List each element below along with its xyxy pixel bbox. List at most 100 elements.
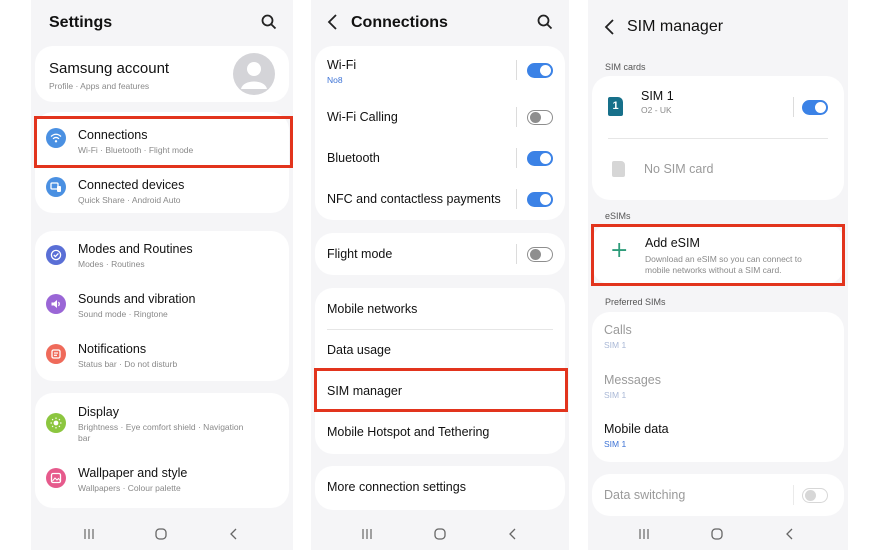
flight-mode-row[interactable]: Flight mode	[315, 233, 565, 275]
data-usage-row[interactable]: Data usage	[315, 329, 565, 370]
settings-item-label: Modes and Routines	[78, 242, 193, 256]
back-arrow-icon[interactable]	[325, 12, 341, 32]
home-icon[interactable]	[711, 528, 723, 540]
settings-item-sub: Quick Share · Android Auto	[78, 195, 181, 205]
settings-item-connected-devices[interactable]: Connected devices Quick Share · Android …	[35, 162, 289, 212]
mobile-networks-row[interactable]: Mobile networks	[315, 288, 565, 329]
nfc-toggle[interactable]	[527, 192, 553, 207]
empty-sim-icon	[612, 161, 625, 177]
row-label: Calls	[604, 323, 632, 337]
settings-item-sounds[interactable]: Sounds and vibration Sound mode · Ringto…	[35, 281, 289, 331]
mobile-data-row[interactable]: Mobile data SIM 1	[592, 412, 844, 462]
wifi-toggle[interactable]	[527, 63, 553, 78]
row-label: Data usage	[327, 343, 391, 357]
section-header-preferred: Preferred SIMs	[605, 297, 666, 307]
toggle-separator	[516, 189, 517, 209]
display-card: Display Brightness · Eye comfort shield …	[35, 393, 289, 508]
back-nav-icon[interactable]	[785, 528, 795, 540]
settings-item-sub: Brightness · Eye comfort shield · Naviga…	[78, 422, 244, 432]
recents-icon[interactable]	[83, 528, 95, 540]
settings-item-sub: Modes · Routines	[78, 259, 145, 269]
preferred-sims-card: Calls SIM 1 Messages SIM 1 Mobile data S…	[592, 312, 844, 462]
connections-header: Connections	[311, 0, 569, 46]
wifi-calling-row[interactable]: Wi-Fi Calling	[315, 94, 565, 135]
settings-item-label: Notifications	[78, 342, 147, 356]
row-label: Mobile networks	[327, 302, 418, 316]
nfc-row[interactable]: NFC and contactless payments	[315, 176, 565, 218]
settings-item-label: Sounds and vibration	[78, 292, 196, 306]
toggle-separator	[793, 485, 794, 505]
wifi-calling-toggle[interactable]	[527, 110, 553, 125]
nav-bar	[31, 516, 293, 550]
bell-icon	[46, 344, 66, 364]
page-title: Settings	[49, 14, 113, 31]
row-label: More connection settings	[327, 480, 466, 494]
account-name: Samsung account	[49, 60, 170, 77]
sim-manager-screen: SIM manager SIM cards 1 SIM 1 O2 - UK No…	[588, 0, 848, 550]
sim-cards-card: 1 SIM 1 O2 - UK No SIM card	[592, 76, 844, 200]
highlight-add-esim	[591, 224, 845, 286]
row-label: Messages	[604, 373, 661, 387]
sim1-badge-number: 1	[612, 100, 619, 112]
devices-icon	[46, 177, 66, 197]
page-title: SIM manager	[627, 18, 724, 35]
toggle-separator	[516, 60, 517, 80]
flight-mode-card: Flight mode	[315, 233, 565, 275]
back-nav-icon[interactable]	[508, 528, 518, 540]
settings-item-notifications[interactable]: Notifications Status bar · Do not distur…	[35, 331, 289, 381]
home-icon[interactable]	[434, 528, 446, 540]
toggle-separator	[516, 244, 517, 264]
calls-row: Calls SIM 1	[592, 312, 844, 362]
settings-item-label: Wallpaper and style	[78, 466, 188, 480]
settings-item-sub: Wallpapers · Colour palette	[78, 483, 181, 493]
row-sub: SIM 1	[604, 390, 627, 400]
search-icon[interactable]	[261, 14, 277, 30]
nav-bar	[311, 516, 569, 550]
row-label: Wi-Fi Calling	[327, 110, 398, 124]
samsung-account-card[interactable]: Samsung account Profile · Apps and featu…	[35, 46, 289, 102]
row-label: Mobile data	[604, 422, 669, 436]
row-label: Flight mode	[327, 247, 393, 261]
flight-mode-toggle[interactable]	[527, 247, 553, 262]
wifi-row[interactable]: Wi-Fi No8	[315, 46, 565, 94]
no-sim-row: No SIM card	[592, 138, 844, 200]
sim-manager-header: SIM manager	[588, 0, 848, 46]
row-label: Data switching	[604, 488, 686, 502]
recents-icon[interactable]	[361, 528, 373, 540]
section-header-esims: eSIMs	[605, 211, 631, 221]
highlight-connections	[34, 116, 293, 168]
page-title: Connections	[351, 14, 448, 31]
connections-screen: Connections Wi-Fi No8 Wi-Fi Calling Blue…	[311, 0, 569, 550]
check-icon	[46, 245, 66, 265]
settings-item-wallpaper[interactable]: Wallpaper and style Wallpapers · Colour …	[35, 451, 289, 507]
toggle-separator	[793, 97, 794, 117]
settings-item-sub: bar	[78, 433, 91, 443]
hotspot-row[interactable]: Mobile Hotspot and Tethering	[315, 411, 565, 453]
recents-icon[interactable]	[638, 528, 650, 540]
row-sub: SIM 1	[604, 439, 627, 449]
modes-card: Modes and Routines Modes · Routines Soun…	[35, 231, 289, 381]
person-icon	[241, 62, 267, 89]
settings-item-sub: Status bar · Do not disturb	[78, 359, 178, 369]
settings-item-modes[interactable]: Modes and Routines Modes · Routines	[35, 231, 289, 281]
settings-item-display[interactable]: Display Brightness · Eye comfort shield …	[35, 393, 289, 451]
speaker-icon	[46, 294, 66, 314]
back-nav-icon[interactable]	[229, 528, 239, 540]
settings-item-sub: Sound mode · Ringtone	[78, 309, 168, 319]
avatar[interactable]	[233, 53, 275, 95]
sim1-toggle[interactable]	[802, 100, 828, 115]
bluetooth-toggle[interactable]	[527, 151, 553, 166]
search-icon[interactable]	[537, 14, 553, 30]
more-connection-settings-row[interactable]: More connection settings	[315, 466, 565, 510]
bluetooth-row[interactable]: Bluetooth	[315, 135, 565, 176]
sim1-carrier: O2 - UK	[641, 105, 672, 115]
data-switching-toggle[interactable]	[802, 488, 828, 503]
back-arrow-icon[interactable]	[602, 17, 618, 37]
row-label: Mobile Hotspot and Tethering	[327, 425, 490, 439]
sim1-row[interactable]: 1 SIM 1 O2 - UK	[592, 76, 844, 138]
toggle-separator	[516, 107, 517, 127]
home-icon[interactable]	[155, 528, 167, 540]
settings-header: Settings	[31, 0, 293, 46]
wireless-card: Wi-Fi No8 Wi-Fi Calling Bluetooth NFC an…	[315, 46, 565, 220]
account-subtitle: Profile · Apps and features	[49, 81, 150, 91]
